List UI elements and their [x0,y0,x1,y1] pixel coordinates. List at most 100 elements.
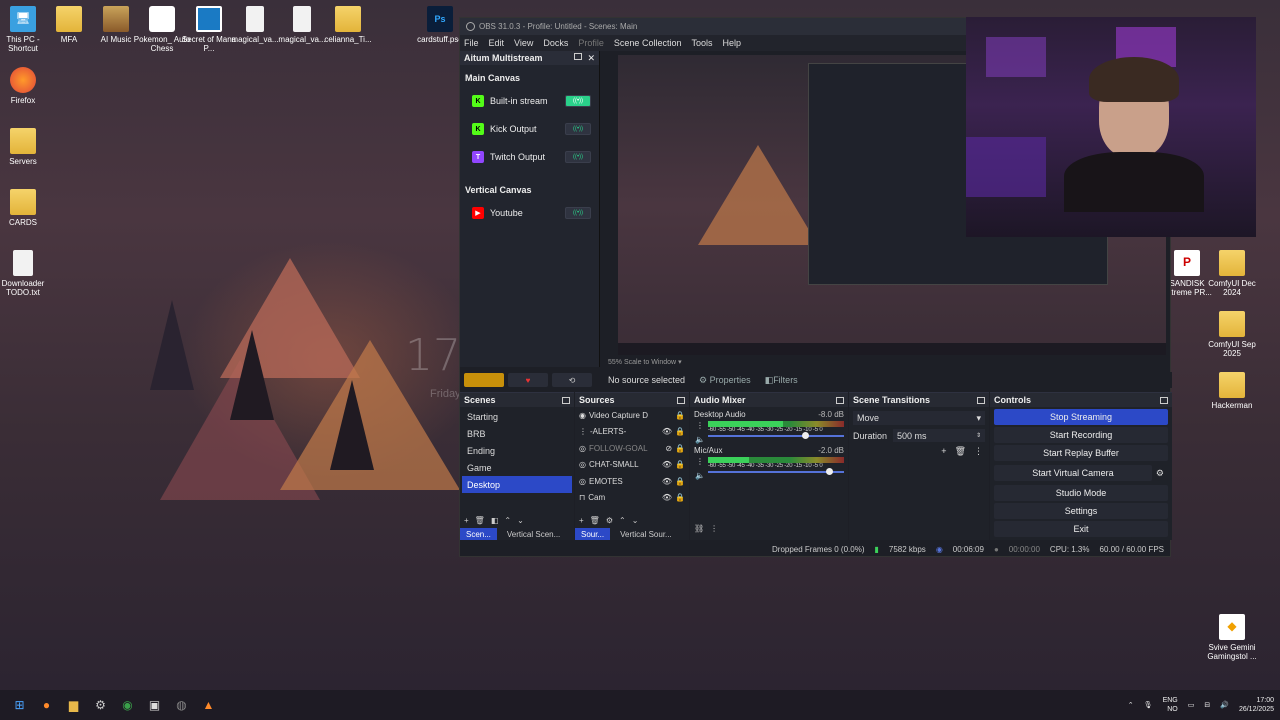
popout-icon[interactable] [836,396,844,404]
chevron-up-icon[interactable]: ⌃ [619,516,626,525]
add-icon[interactable]: + [579,516,584,525]
start-replay-buffer-button[interactable]: Start Replay Buffer [994,445,1168,461]
scene-item[interactable]: Starting [462,408,572,425]
source-item[interactable]: ◎ FOLLOW-GOAL ⊘ 🔒 [575,440,689,457]
chrome-icon[interactable]: ◉ [114,690,141,720]
desktop-icon-comfyui-sep[interactable]: ComfyUI Sep 2025 [1203,311,1261,358]
chevron-down-icon[interactable]: ⌄ [517,516,524,525]
network-icon[interactable]: ⊟ [1204,701,1210,709]
settings-app-icon[interactable]: ⚙ [87,690,114,720]
lock-icon[interactable]: 🔒 [675,411,685,420]
volume-slider[interactable] [708,468,844,475]
speaker-icon[interactable]: 🔈 [695,471,705,480]
output-toggle-button[interactable]: ((•)) [565,207,591,219]
lock-icon[interactable]: 🔒 [675,444,685,453]
firefox-icon[interactable]: ● [33,690,60,720]
eye-icon[interactable]: 👁 [662,460,672,469]
lock-icon[interactable]: 🔒 [675,460,685,469]
menu-view[interactable]: View [514,38,533,48]
menu-edit[interactable]: Edit [489,38,505,48]
kebab-menu-icon[interactable]: ⋮ [974,446,983,457]
close-icon[interactable]: ✕ [587,53,595,64]
obs-icon[interactable]: ◍ [168,690,195,720]
slider-knob[interactable] [826,468,834,475]
volume-icon[interactable]: 🔊 [1220,701,1229,709]
terminal-icon[interactable]: ▣ [141,690,168,720]
heart-icon[interactable]: ♥ [508,373,548,387]
scene-item[interactable]: Ending [462,442,572,459]
kebab-menu-icon[interactable]: ⋮ [710,524,718,533]
preview-scale-row[interactable]: 55% Scale to Window ▾ [608,358,682,366]
output-toggle-button[interactable]: ((•)) [565,151,591,163]
popout-icon[interactable] [574,52,583,60]
filters-button[interactable]: ◧Filters [765,375,798,386]
exit-button[interactable]: Exit [994,521,1168,537]
chevron-up-icon[interactable]: ⌃ [1128,701,1134,709]
source-item[interactable]: ⊓ Cam 👁 🔒 [575,490,689,507]
lock-icon[interactable]: 🔒 [675,477,685,486]
source-item[interactable]: ◎ EMOTES 👁 🔒 [575,473,689,490]
desktop-icon-cards[interactable]: CARDS [0,189,52,227]
link-icon[interactable]: ⛓ [694,524,704,533]
desktop-icon-firefox[interactable]: Firefox [0,67,52,105]
settings-button[interactable]: Settings [994,503,1168,519]
eye-icon[interactable]: 👁 [662,493,672,502]
popout-icon[interactable] [1160,396,1168,404]
desktop-icon-downloader-todo[interactable]: Downloader TODO.txt [0,250,52,297]
tab-vertical-sources[interactable]: Vertical Sour... [614,528,678,540]
gear-icon[interactable]: ⚙ [1156,468,1172,479]
output-toggle-button[interactable]: ((•)) [565,123,591,135]
speaker-icon[interactable]: 🔈 [695,435,705,444]
volume-slider[interactable] [708,432,844,439]
desktop-icon-svive-gemini[interactable]: ◆ Svive Gemini Gamingstol ... [1203,614,1261,661]
menu-scene-collection[interactable]: Scene Collection [614,38,682,48]
stream-status-indicator[interactable] [464,373,504,387]
transition-select[interactable]: Move ▾ [853,411,985,425]
trash-icon[interactable]: 🗑 [955,446,966,457]
filter-icon[interactable]: ◧ [491,516,499,525]
gear-icon[interactable]: ⚙ [606,516,613,525]
duration-field[interactable]: 500 ms ⇕ [893,429,985,442]
windows-start-icon[interactable]: ⊞ [6,690,33,720]
studio-mode-button[interactable]: Studio Mode [994,485,1168,501]
trash-icon[interactable]: 🗑 [475,516,485,525]
scene-item[interactable]: BRB [462,425,572,442]
desktop-icon-hackerman[interactable]: Hackerman [1203,372,1261,410]
stop-streaming-button[interactable]: Stop Streaming [994,409,1168,425]
link-icon[interactable]: ⟲ [552,373,592,387]
file-explorer-icon[interactable]: ▆ [60,690,87,720]
vlc-icon[interactable]: ▲ [195,690,222,720]
desktop-icon-celianna[interactable]: celianna_Ti... [319,6,377,44]
menu-help[interactable]: Help [722,38,741,48]
kebab-menu-icon[interactable]: ⋮ [696,457,704,466]
chevron-up-icon[interactable]: ⌃ [504,516,511,525]
chevron-down-icon[interactable]: ⌄ [632,516,639,525]
lock-icon[interactable]: 🔒 [675,427,685,436]
tab-scenes[interactable]: Scen... [460,528,497,540]
clock[interactable]: 17:00 26/12/2025 [1239,696,1274,714]
tab-sources[interactable]: Sour... [575,528,611,540]
spinner-icon[interactable]: ⇕ [976,432,981,439]
source-item[interactable]: ◉ Video Capture D 🔒 [575,407,689,424]
trash-icon[interactable]: 🗑 [590,516,600,525]
properties-button[interactable]: ⚙ Properties [699,375,751,386]
popout-icon[interactable] [977,396,985,404]
kebab-menu-icon[interactable]: ⋮ [696,421,704,430]
slider-knob[interactable] [801,432,809,439]
language-indicator[interactable]: ENG NO [1163,696,1178,714]
lock-icon[interactable]: 🔒 [675,493,685,502]
scene-item[interactable]: Game [462,459,572,476]
eye-icon[interactable]: 👁 [662,477,672,486]
popout-icon[interactable] [562,396,570,404]
source-item[interactable]: ⋮ -ALERTS- 👁 🔒 [575,424,689,441]
eye-icon[interactable]: 👁 [662,427,672,436]
desktop-icon-comfyui-dec[interactable]: ComfyUI Dec 2024 [1203,250,1261,297]
start-recording-button[interactable]: Start Recording [994,427,1168,443]
add-icon[interactable]: + [941,446,946,457]
menu-file[interactable]: File [464,38,479,48]
menu-profile[interactable]: Profile [578,38,604,48]
source-item[interactable]: ◎ CHAT-SMALL 👁 🔒 [575,457,689,474]
desktop-icon-servers[interactable]: Servers [0,128,52,166]
start-virtual-camera-button[interactable]: Start Virtual Camera [994,465,1152,481]
menu-docks[interactable]: Docks [543,38,568,48]
